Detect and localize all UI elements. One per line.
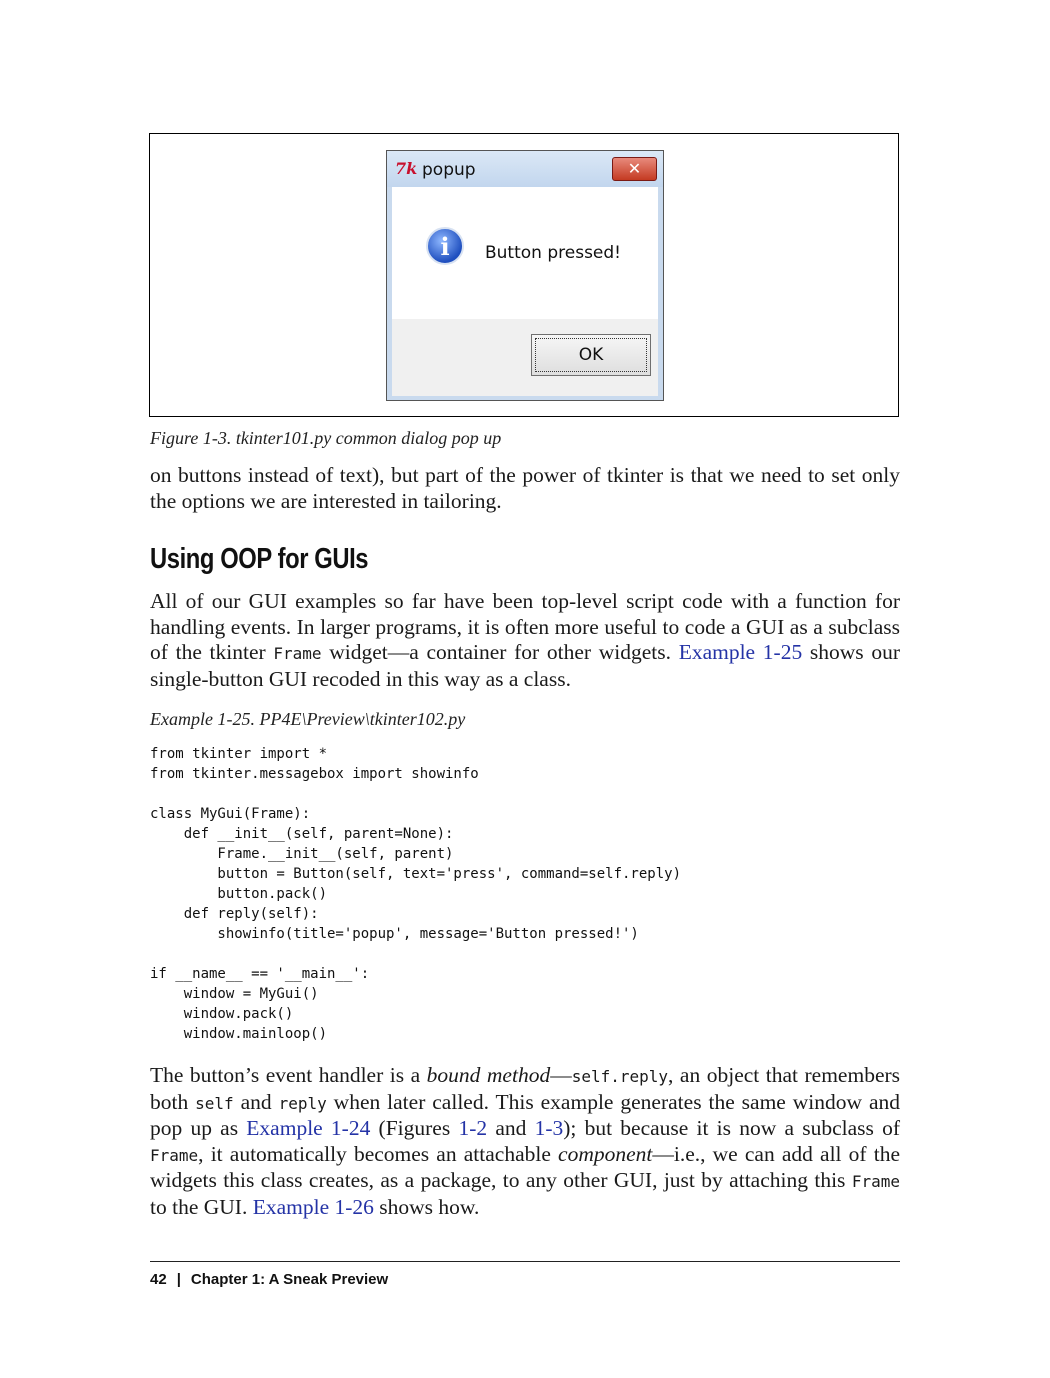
text-line: All of our GUI examples so far have been… xyxy=(150,589,900,613)
text-run: when later called. This example generate… xyxy=(326,1089,900,1114)
dialog-footer: OK xyxy=(392,319,658,396)
page-number: 42 xyxy=(150,1271,167,1288)
text-run: both xyxy=(150,1089,196,1114)
chapter-title: Chapter 1: A Sneak Preview xyxy=(190,1271,389,1288)
inline-code: reply xyxy=(278,1093,327,1113)
text-run: The button’s event handler is a xyxy=(150,1063,427,1087)
example-title: Example 1-25. PP4E\Preview\tkinter102.py xyxy=(150,709,466,729)
inline-code: Frame xyxy=(273,644,322,663)
inline-code: Frame xyxy=(150,1145,199,1165)
tk-feather-icon: 7k xyxy=(395,159,418,178)
dialog-message: Button pressed! xyxy=(485,243,621,263)
figure-link[interactable]: 1-2 xyxy=(458,1116,487,1140)
text-line: single-button GUI recoded in this way as… xyxy=(150,666,571,691)
text-run: of the tkinter xyxy=(150,640,274,664)
example-link[interactable]: Example 1-25 xyxy=(679,640,803,664)
text-line: Frame, it automatically becomes an attac… xyxy=(150,1142,900,1169)
dialog-titlebar: 7k popup ✕ xyxy=(387,151,663,187)
text-line: pop up as Example 1-24 (Figures 1-2 and … xyxy=(150,1116,900,1142)
section-paragraph-2: The button’s event handler is a bound me… xyxy=(150,1063,900,1220)
figure-link[interactable]: 1-3 xyxy=(535,1116,564,1140)
text-line: both self and reply when later called. T… xyxy=(150,1090,900,1117)
inline-code: self xyxy=(195,1093,234,1113)
text-run: to the GUI. xyxy=(150,1194,253,1219)
figure-caption: Figure 1-3. tkinter101.py common dialog … xyxy=(150,428,502,448)
ok-button[interactable]: OK xyxy=(531,334,651,376)
inline-code: self.reply xyxy=(571,1067,669,1086)
footer-separator: | xyxy=(176,1271,181,1288)
text-line: the options we are interested in tailori… xyxy=(150,488,502,513)
footer-rule xyxy=(150,1261,900,1262)
emphasis: component xyxy=(558,1141,653,1166)
inline-code: Frame xyxy=(851,1172,900,1191)
text-run: shows how. xyxy=(373,1194,480,1219)
intro-paragraph: on buttons instead of text), but part of… xyxy=(150,463,900,514)
text-run: , it automatically becomes an attachable xyxy=(198,1141,559,1166)
text-run: and xyxy=(487,1116,535,1140)
ok-button-label: OK xyxy=(535,338,647,372)
code-listing: from tkinter import * from tkinter.messa… xyxy=(150,746,682,1042)
text-line: widgets this class creates, as a package… xyxy=(150,1168,900,1195)
text-run: —i.e., we can add all of the xyxy=(652,1141,900,1166)
dialog-title: popup xyxy=(422,160,476,180)
text-run: (Figures xyxy=(370,1116,459,1140)
dialog-body: i Button pressed! OK xyxy=(392,187,658,396)
text-line: handling events. In larger programs, it … xyxy=(150,614,900,639)
text-line: The button’s event handler is a bound me… xyxy=(150,1063,900,1090)
text-run: widget—a container for other widgets. xyxy=(321,640,679,664)
popup-dialog: 7k popup ✕ i Button pressed! OK xyxy=(386,150,664,401)
text-run: and xyxy=(233,1089,279,1114)
text-run: widgets this class creates, as a package… xyxy=(150,1168,852,1192)
close-button[interactable]: ✕ xyxy=(612,157,657,181)
example-link[interactable]: Example 1-24 xyxy=(246,1116,370,1140)
text-run: ); but because it is now a subclass of xyxy=(563,1116,900,1140)
text-run: pop up as xyxy=(150,1116,247,1140)
emphasis: bound method xyxy=(426,1063,551,1087)
example-link[interactable]: Example 1-26 xyxy=(253,1195,374,1219)
text-line: on buttons instead of text), but part of… xyxy=(150,463,900,487)
close-icon: ✕ xyxy=(627,159,642,178)
section-paragraph-1: All of our GUI examples so far have been… xyxy=(150,589,900,692)
section-heading: Using OOP for GUIs xyxy=(150,543,369,575)
text-run: shows our xyxy=(802,640,900,664)
info-icon: i xyxy=(426,227,464,265)
text-run: — xyxy=(550,1063,572,1087)
text-line: of the tkinter Frame widget—a container … xyxy=(150,640,900,667)
text-line: to the GUI. Example 1-26 shows how. xyxy=(150,1195,900,1221)
page-footer: 42 | Chapter 1: A Sneak Preview xyxy=(150,1271,388,1288)
text-run: , an object that remembers xyxy=(668,1063,901,1087)
